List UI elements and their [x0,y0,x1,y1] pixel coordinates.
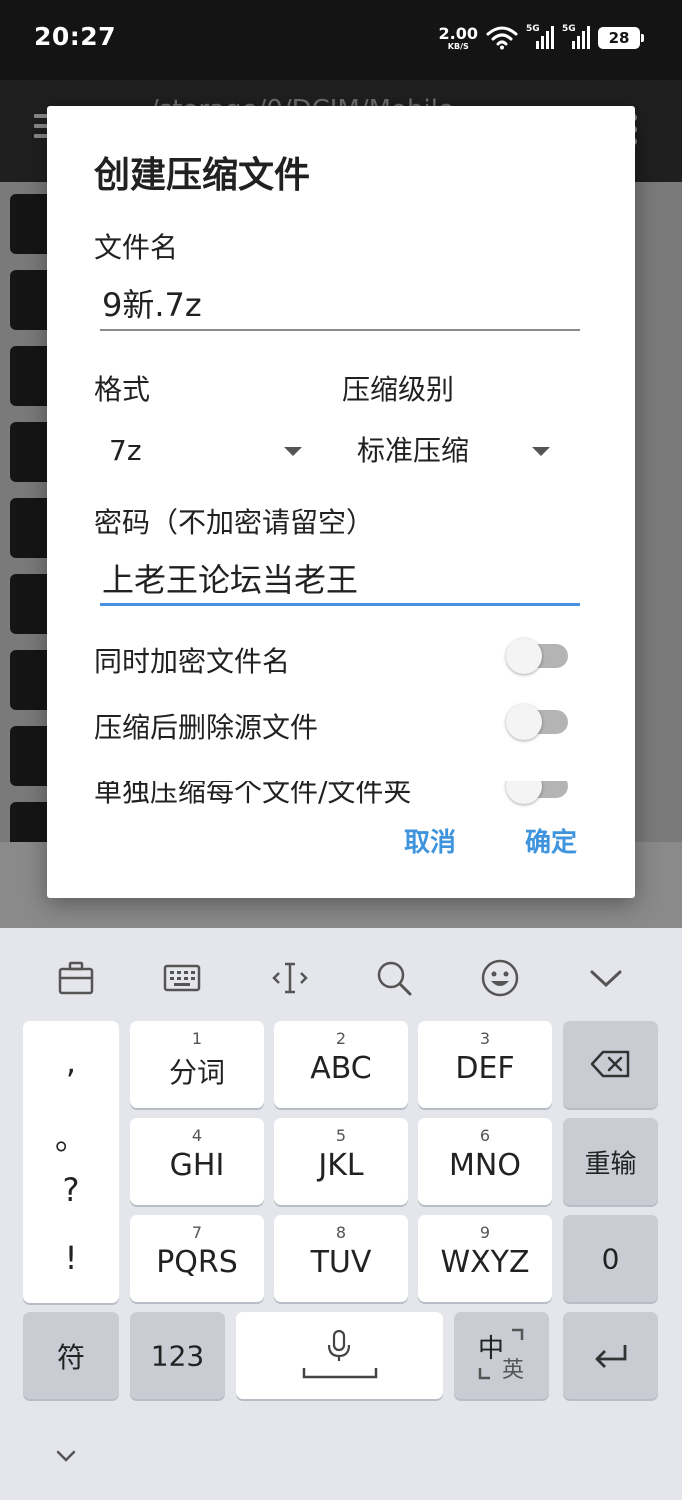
format-select[interactable]: 7z [109,431,309,471]
enter-icon [595,1345,627,1368]
key-6[interactable]: 6 MNO [418,1118,552,1205]
space-key[interactable] [236,1312,443,1399]
key-2[interactable]: 2 ABC [274,1021,408,1108]
backspace-icon [590,1050,630,1078]
microphone-icon [327,1330,351,1361]
chevron-down-icon [532,447,550,456]
delete-source-label: 压缩后删除源文件 [94,711,319,744]
chevron-down-icon[interactable] [54,1444,78,1468]
filename-label: 文件名 [94,231,179,264]
status-icons: 2.00 KB/S 5G 5G 28 [438,22,644,54]
status-bar: 20:27 2.00 KB/S 5G 5G 28 [0,0,682,80]
delete-source-toggle[interactable] [506,704,568,740]
chevron-down-icon[interactable] [586,958,626,998]
password-label: 密码（不加密请留空） [94,506,375,539]
key-7[interactable]: 7 PQRS [130,1215,264,1302]
enter-key[interactable] [563,1312,658,1399]
symbols-key[interactable]: 符 [23,1312,119,1399]
keyboard-icon[interactable] [162,958,202,998]
wifi-icon [486,26,518,50]
numbers-key[interactable]: 123 [130,1312,225,1399]
cancel-button[interactable]: 取消 [404,822,456,859]
dialog-title: 创建压缩文件 [94,155,311,196]
key-4[interactable]: 4 GHI [130,1118,264,1205]
encrypt-filenames-toggle[interactable] [506,638,568,674]
search-icon[interactable] [374,958,414,998]
password-input[interactable]: 上老王论坛当老王 [100,556,580,606]
punctuation-key[interactable]: , 。 ? ! [23,1021,119,1303]
scroll-clip [47,761,635,781]
space-bar-icon [302,1368,378,1379]
chevron-down-icon [284,447,302,456]
zero-key[interactable]: 0 [563,1215,658,1302]
ime-keyboard: , 。 ? ! 1 分词 2 ABC 3 DEF 4 GHI 5 JKL 6 M… [0,928,682,1500]
reinput-key[interactable]: 重输 [563,1118,658,1205]
signal-icon: 5G [526,24,554,51]
key-9[interactable]: 9 WXYZ [418,1215,552,1302]
toolbox-icon[interactable] [56,958,96,998]
emoji-icon[interactable] [480,958,520,998]
key-5[interactable]: 5 JKL [274,1118,408,1205]
network-speed: 2.00 KB/S [438,23,478,51]
key-3[interactable]: 3 DEF [418,1021,552,1108]
key-1[interactable]: 1 分词 [130,1021,264,1108]
cursor-move-icon[interactable] [270,958,310,998]
encrypt-filenames-label: 同时加密文件名 [94,645,291,678]
battery-icon: 28 [598,27,644,49]
create-archive-dialog: 创建压缩文件 文件名 9新.7z 格式 压缩级别 7z 标准压缩 密码（不加密请… [47,106,635,898]
level-select[interactable]: 标准压缩 [357,431,557,471]
filename-input[interactable]: 9新.7z [100,281,580,331]
signal-icon: 5G [562,24,590,51]
backspace-key[interactable] [563,1021,658,1108]
language-switch-key[interactable]: 中 英 [454,1312,549,1399]
level-label: 压缩级别 [342,373,455,406]
ok-button[interactable]: 确定 [525,822,577,859]
language-switch-icon [478,1328,524,1380]
status-time: 20:27 [34,22,117,51]
format-label: 格式 [94,373,151,406]
key-8[interactable]: 8 TUV [274,1215,408,1302]
